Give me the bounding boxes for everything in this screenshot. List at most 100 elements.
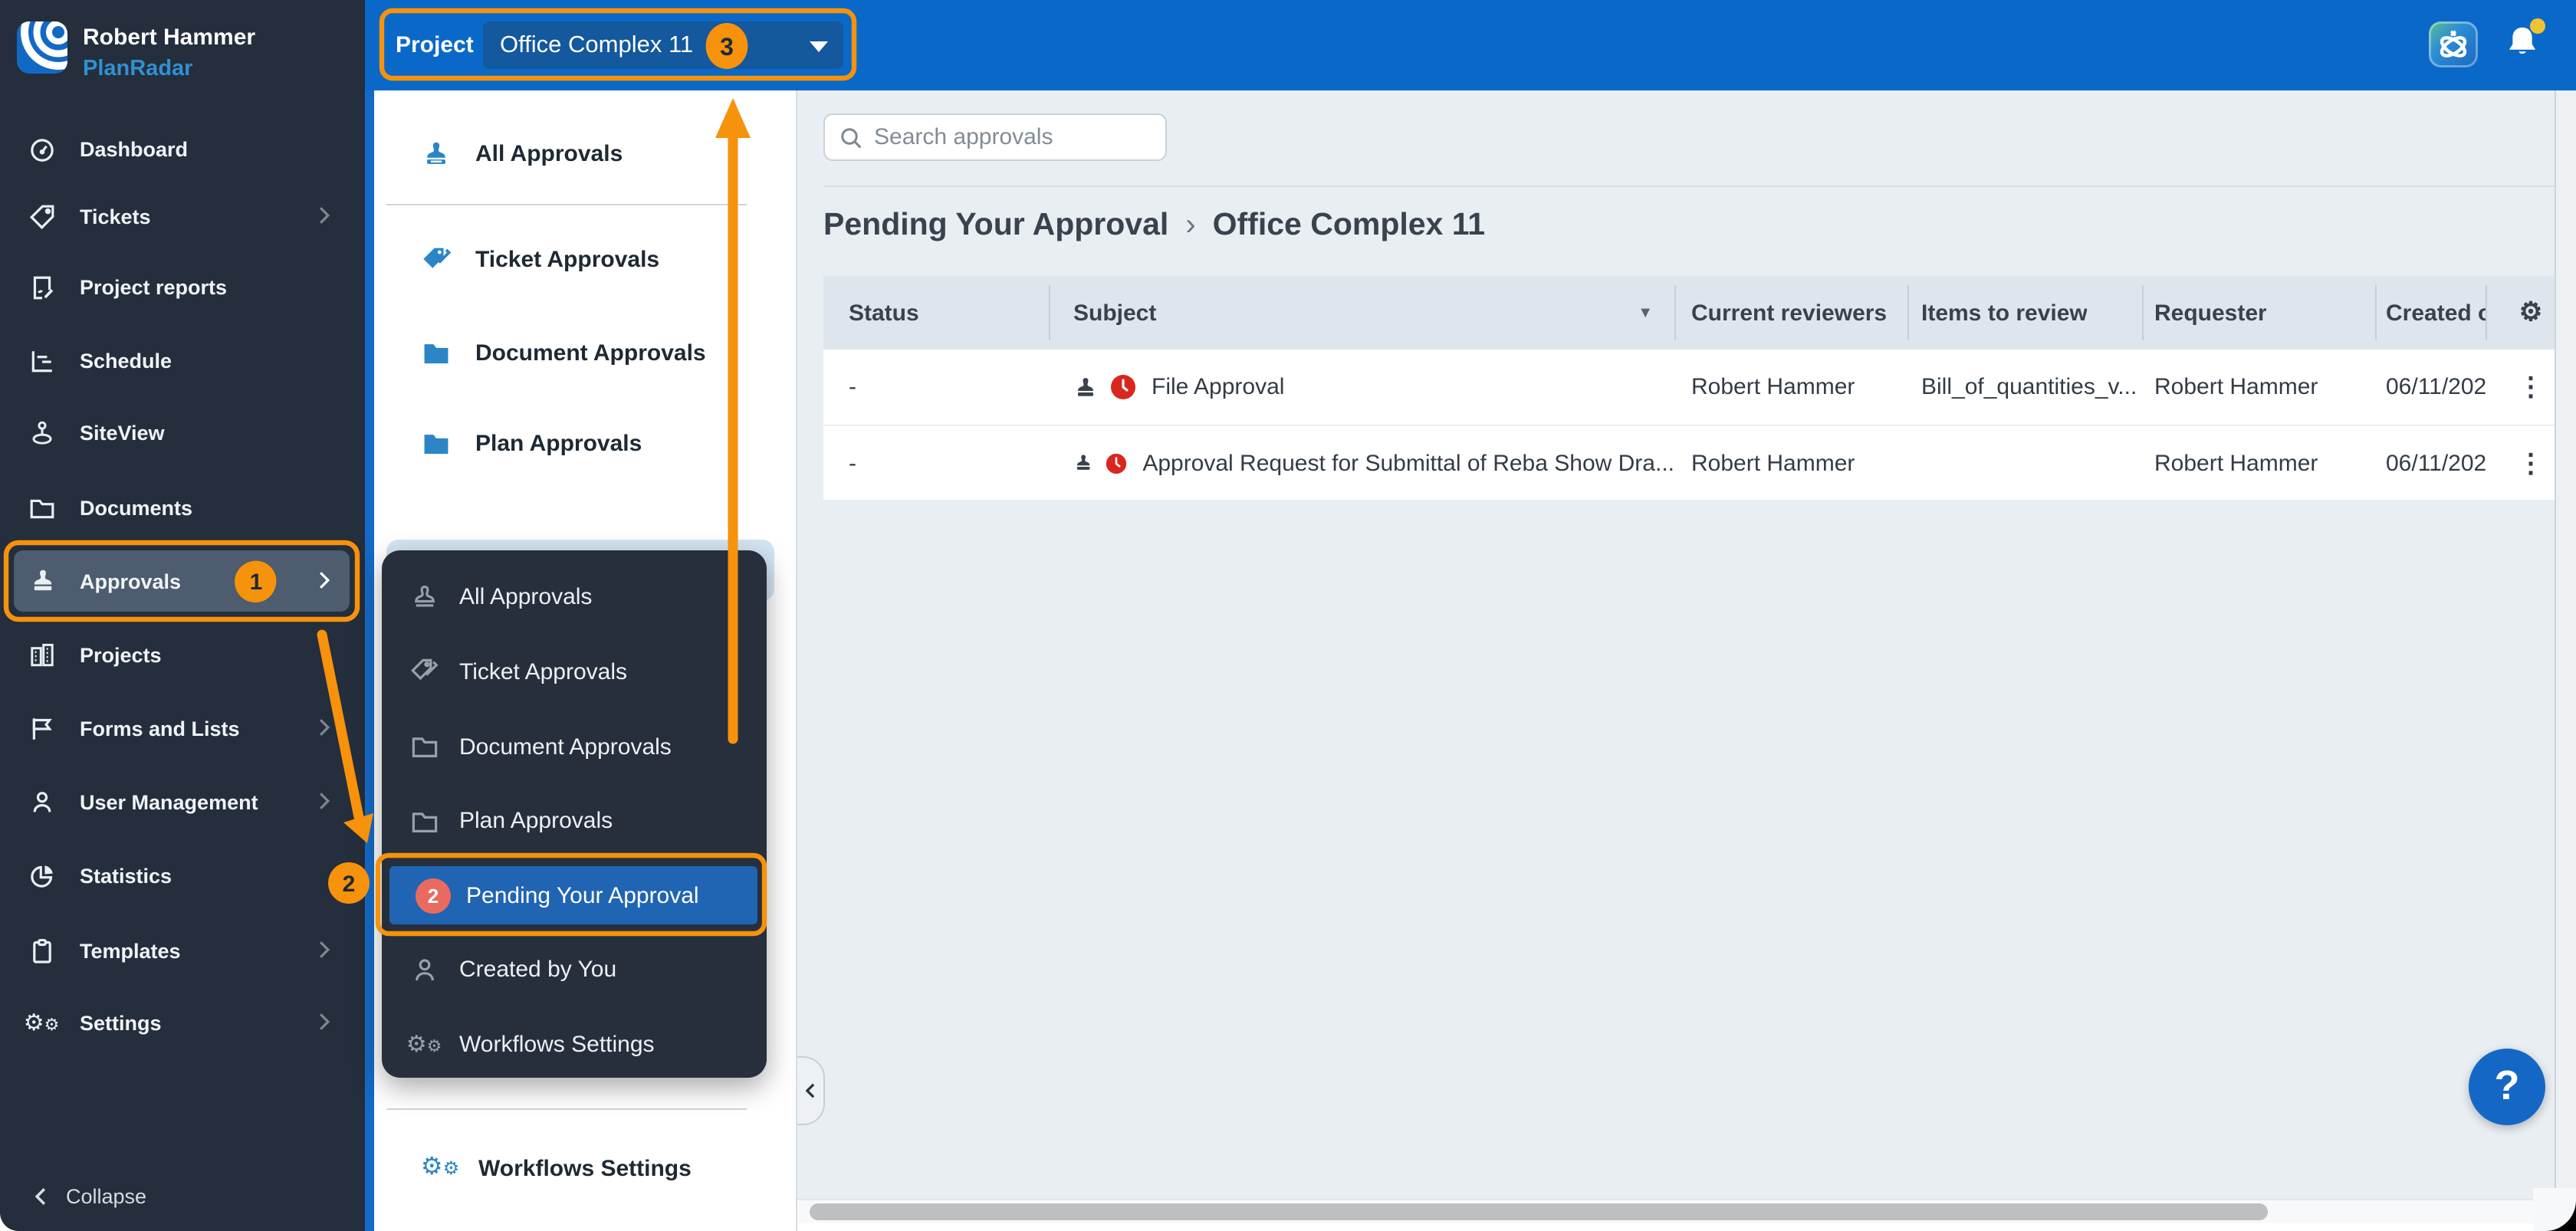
sidebar-item-label: Dashboard <box>80 137 188 160</box>
stamp-icon <box>420 138 451 169</box>
flag-icon <box>26 713 57 744</box>
row-kebab-menu-icon[interactable]: ⋮ <box>2518 374 2544 400</box>
chevron-left-icon <box>31 1186 51 1206</box>
notifications-button[interactable] <box>2505 25 2539 61</box>
sidebar-item-statistics[interactable]: Statistics <box>0 845 365 906</box>
collapse-label: Collapse <box>66 1184 146 1207</box>
table-row[interactable]: - File Approval Robert Hammer Bill_of_qu… <box>823 350 2576 425</box>
cell-requester: Robert Hammer <box>2142 374 2375 400</box>
stamp-icon <box>28 566 58 596</box>
approvals-count-badge: 1 <box>235 560 276 602</box>
sidebar-item-templates[interactable]: Templates <box>0 920 365 981</box>
breadcrumb-project: Office Complex 11 <box>1213 207 1485 244</box>
column-header-created-on[interactable]: Created o <box>2375 276 2486 350</box>
project-selector[interactable]: Office Complex 11 <box>483 21 843 69</box>
sidebar-item-documents[interactable]: Documents <box>0 477 365 538</box>
cell-status: - <box>823 450 1049 476</box>
sidebar: Robert Hammer PlanRadar Dashboard Ticket… <box>0 0 365 1231</box>
popup-item-workflows-settings[interactable]: ⚙⚙ Workflows Settings <box>381 1015 767 1073</box>
sidebar-item-settings[interactable]: ⚙⚙ Settings <box>0 992 365 1053</box>
vertical-scrollbar[interactable] <box>2555 90 2576 1199</box>
folder-icon <box>420 428 451 458</box>
table-settings-gear-icon[interactable]: ⚙ <box>2519 297 2543 328</box>
sidebar-item-label: Forms and Lists <box>80 717 240 740</box>
subnav-item-ticket-approvals[interactable]: Ticket Approvals <box>374 228 776 290</box>
overdue-clock-icon <box>1110 374 1136 400</box>
gears-icon: ⚙⚙ <box>409 1029 439 1059</box>
sidebar-item-siteview[interactable]: SiteView <box>0 402 365 463</box>
subnav-item-all-approvals[interactable]: All Approvals <box>374 123 776 184</box>
approvals-table: Status Subject▼ Current reviewers Items … <box>823 276 2576 500</box>
row-kebab-menu-icon[interactable]: ⋮ <box>2518 450 2544 476</box>
brand-name: PlanRadar <box>83 57 255 81</box>
sidebar-item-approvals[interactable]: Approvals 1 <box>14 550 350 612</box>
popup-item-label: Document Approvals <box>459 734 672 760</box>
sidebar-item-label: Tickets <box>80 205 151 228</box>
horizontal-scrollbar-thumb[interactable] <box>809 1203 2267 1220</box>
account-block[interactable]: Robert Hammer PlanRadar <box>17 21 255 81</box>
popup-item-label: Workflows Settings <box>459 1031 655 1057</box>
sidebar-item-label: User Management <box>80 790 258 813</box>
connect-app-button[interactable] <box>2429 21 2478 67</box>
sidebar-item-user-management[interactable]: User Management <box>0 771 365 832</box>
column-header-status[interactable]: Status <box>823 276 1049 350</box>
person-icon <box>409 954 439 985</box>
popup-item-ticket-approvals[interactable]: Ticket Approvals <box>381 642 767 701</box>
cell-current-reviewers: Robert Hammer <box>1674 450 1907 476</box>
subnav-item-document-approvals[interactable]: Document Approvals <box>374 322 776 383</box>
sidebar-accent-strip <box>365 0 374 1231</box>
search-input[interactable] <box>874 124 1150 150</box>
subnav-item-plan-approvals[interactable]: Plan Approvals <box>374 412 776 474</box>
sidebar-item-forms-and-lists[interactable]: Forms and Lists <box>0 698 365 759</box>
gantt-icon <box>26 345 57 376</box>
cell-status: - <box>823 374 1049 400</box>
tags-icon <box>420 244 451 274</box>
table-row[interactable]: - Approval Request for Submittal of Reba… <box>823 425 2576 500</box>
sidebar-item-project-reports[interactable]: Project reports <box>0 256 365 317</box>
collapse-sidebar-button[interactable]: Collapse <box>0 1173 365 1219</box>
cell-items-to-review[interactable]: Bill_of_quantities_v... <box>1907 374 2142 400</box>
popup-item-created-by-you[interactable]: Created by You <box>381 940 767 999</box>
sort-caret-icon[interactable]: ▼ <box>1638 304 1653 321</box>
subject-text[interactable]: Approval Request for Submittal of Reba S… <box>1142 450 1674 476</box>
folder-icon <box>409 806 439 836</box>
subnav-item-workflows-settings[interactable]: ⚙⚙ Workflows Settings <box>374 1137 776 1199</box>
subnav-item-label: Plan Approvals <box>475 430 642 456</box>
sidebar-item-projects[interactable]: Projects <box>0 624 365 685</box>
scrollbar-gutter <box>797 1223 2576 1231</box>
column-header-subject[interactable]: Subject▼ <box>1049 276 1674 350</box>
popup-item-label: Created by You <box>459 957 616 983</box>
gears-icon: ⚙⚙ <box>26 1007 57 1038</box>
breadcrumb-current-view[interactable]: Pending Your Approval <box>823 207 1168 244</box>
subnav-item-label: Workflows Settings <box>478 1155 692 1181</box>
folder-icon <box>26 492 57 523</box>
column-header-items-to-review[interactable]: Items to review <box>1907 276 2142 350</box>
horizontal-scrollbar[interactable] <box>797 1199 2576 1223</box>
notification-dot <box>2530 18 2545 34</box>
subject-text[interactable]: File Approval <box>1152 374 1284 400</box>
collapse-panel-handle[interactable] <box>797 1056 824 1125</box>
project-label: Project <box>396 32 474 58</box>
person-icon <box>26 786 57 817</box>
buildings-icon <box>26 639 57 670</box>
stamp-icon <box>409 582 439 612</box>
pending-count-badge: 2 <box>416 878 451 913</box>
column-header-current-reviewers[interactable]: Current reviewers <box>1674 276 1907 350</box>
project-name: Office Complex 11 <box>500 31 693 59</box>
divider <box>386 1108 747 1110</box>
popup-item-plan-approvals[interactable]: Plan Approvals <box>381 792 767 850</box>
sidebar-item-dashboard[interactable]: Dashboard <box>0 118 365 179</box>
overdue-clock-icon <box>1106 450 1127 476</box>
site-pin-icon <box>26 417 57 448</box>
sidebar-item-tickets[interactable]: Tickets <box>0 185 365 247</box>
help-button[interactable]: ? <box>2469 1048 2545 1124</box>
clipboard-icon <box>26 935 57 966</box>
sidebar-item-label: Documents <box>80 496 192 519</box>
popup-item-pending-your-approval[interactable]: 2 Pending Your Approval <box>389 866 757 924</box>
popup-item-all-approvals[interactable]: All Approvals <box>381 568 767 626</box>
table-header-row: Status Subject▼ Current reviewers Items … <box>823 276 2576 350</box>
column-header-requester[interactable]: Requester <box>2142 276 2375 350</box>
sidebar-item-schedule[interactable]: Schedule <box>0 330 365 391</box>
popup-item-document-approvals[interactable]: Document Approvals <box>381 717 767 776</box>
report-icon <box>26 271 57 302</box>
